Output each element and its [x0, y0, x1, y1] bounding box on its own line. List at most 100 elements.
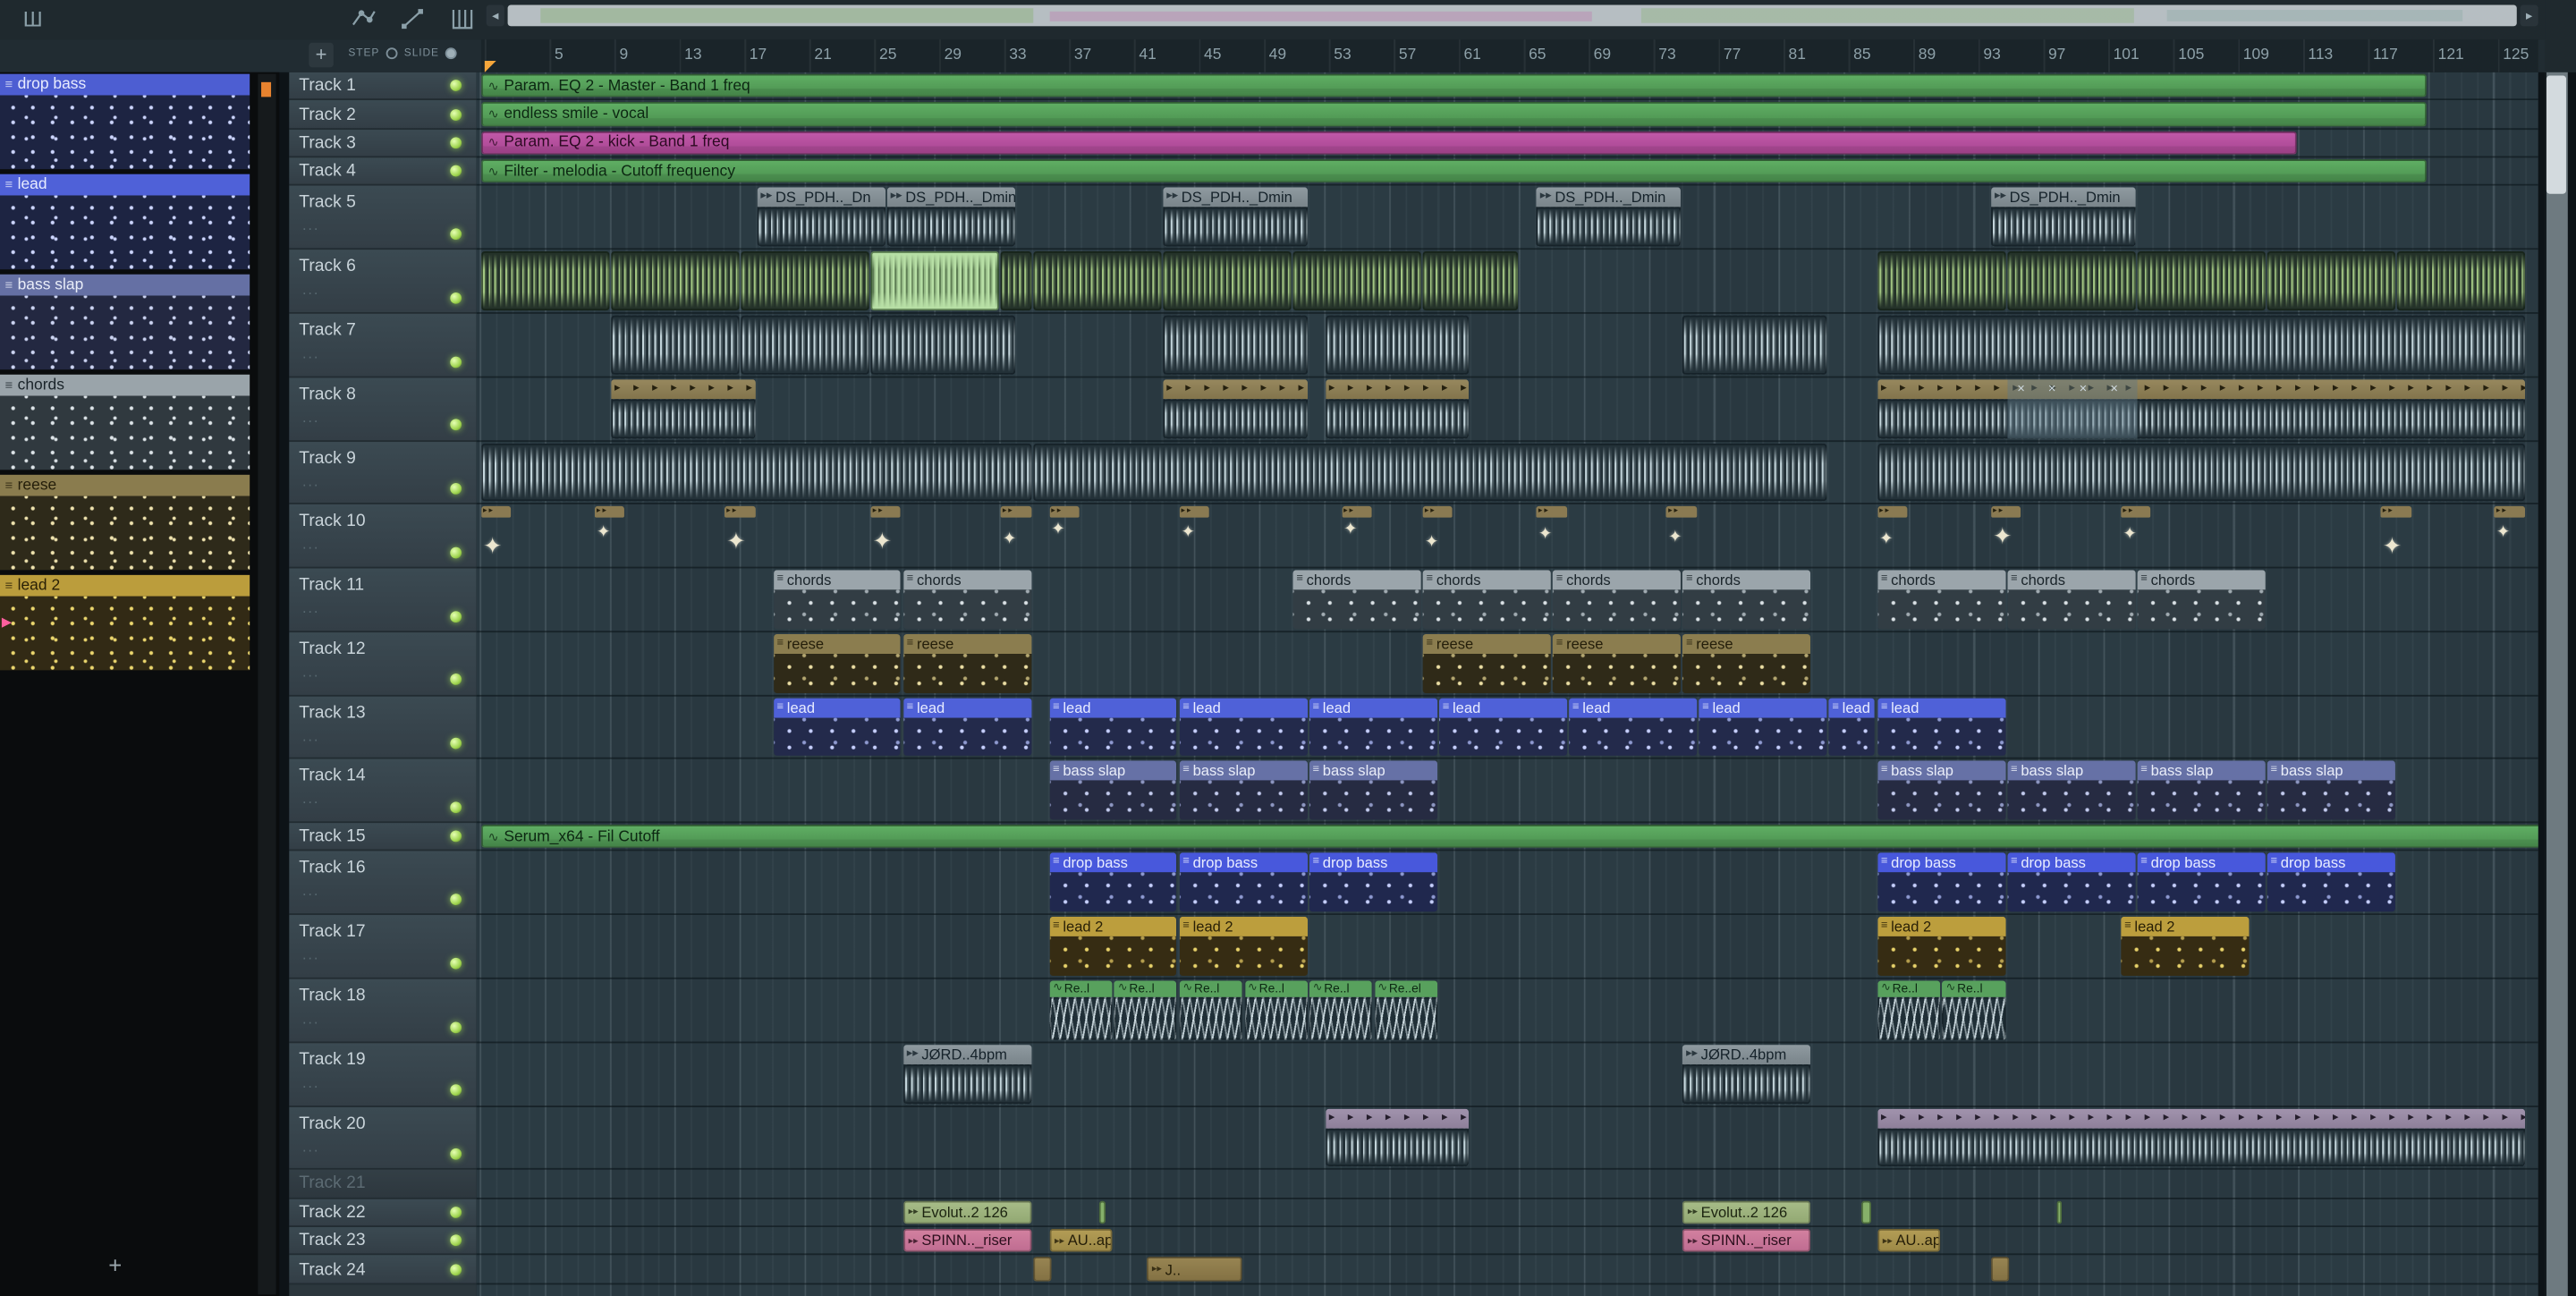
playlist-lane-22[interactable]: ▸▸ Evolut..2 126 ▸▸ Evolut..2 126 — [476, 1199, 2538, 1228]
lead-2-clip[interactable]: ≡ lead 2 — [2121, 917, 2249, 976]
audio-waveform-clip[interactable] — [1877, 315, 2525, 375]
track-header-22[interactable]: Track 22 — [289, 1199, 477, 1228]
track-header-14[interactable]: Track 14... — [289, 759, 477, 824]
re-l-clip[interactable]: ∿ Re..l — [1942, 980, 2005, 1040]
playlist-lane-16[interactable]: ≡ drop bass ≡ drop bass ≡ drop bass ≡ drop bass… — [476, 851, 2538, 916]
sparkle-clip[interactable]: ▸▸ ✦ — [870, 506, 902, 565]
track-header-19[interactable]: Track 19... — [289, 1042, 477, 1107]
track-header-11[interactable]: Track 11... — [289, 568, 477, 632]
playlist-lane-15[interactable]: ∿ Serum_x64 - Fil Cutoff — [476, 823, 2538, 852]
automation-graph-icon[interactable] — [350, 5, 377, 33]
playlist-lane-13[interactable]: ≡ lead ≡ lead ≡ lead ≡ lead ≡ lead ≡ lead ≡ lead ≡ lead… — [476, 696, 2538, 760]
playlist-lane-24[interactable]: ▸▸ J.. — [476, 1256, 2538, 1284]
lead-clip[interactable]: ≡ lead — [1309, 697, 1437, 757]
audio-waveform-clip[interactable] — [1682, 315, 1827, 375]
playlist-lane-20[interactable]: ▸ ▸ ▸ ▸ ▸ ▸ ▸ ▸ ▸ ▸ ▸ ▸ ▸ ▸ ▸ ▸ ▸ ▸ ▸ ▸ ▸… — [476, 1106, 2538, 1171]
audio-waveform-clip[interactable] — [870, 251, 999, 311]
chords-clip[interactable]: ≡ chords — [1422, 570, 1551, 630]
reese-clip[interactable]: ≡ reese — [1553, 633, 1681, 693]
pattern-header[interactable]: ≡ lead — [0, 174, 250, 196]
audio-waveform-clip[interactable] — [481, 251, 609, 311]
pattern-thumbnail[interactable] — [0, 596, 250, 671]
playlist-lane-10[interactable]: ▸▸ ✦ ▸▸ ✦ ▸▸ ✦ ▸▸ ✦ ▸▸ ✦ ▸▸ ✦ ▸▸ ✦ ▸▸ ✦ ▸▸ ✦ ▸▸ ✦ ▸▸ ✦ ▸▸ ✦ ▸▸ ✦ ▸… — [476, 504, 2538, 569]
track-header-24[interactable]: Track 24 — [289, 1255, 477, 1284]
j-rd-4bpm-clip[interactable]: ▸▸ JØRD..4bpm — [903, 1044, 1031, 1104]
track-mute-led[interactable] — [450, 1148, 462, 1161]
pattern-thumbnail[interactable] — [0, 395, 250, 470]
playlist-grid[interactable]: ∿ Param. EQ 2 - Master - Band 1 freq ∿ endl… — [476, 72, 2538, 1296]
track-mute-led[interactable] — [450, 830, 462, 843]
re-l-clip[interactable]: ∿ Re..l — [1244, 980, 1308, 1040]
sparkle-clip[interactable]: ▸▸ ✦ — [2121, 506, 2152, 565]
pattern-thumbnail[interactable] — [0, 496, 250, 571]
add-track-button[interactable]: + — [309, 42, 334, 68]
audio-waveform-clip[interactable] — [2267, 251, 2395, 311]
hscroll-right-button[interactable]: ▸ — [2520, 4, 2538, 27]
re-el-clip[interactable]: ∿ Re..el — [1374, 980, 1437, 1040]
audio-waveform-clip[interactable] — [1326, 315, 1470, 375]
track-mute-led[interactable] — [450, 292, 462, 304]
pattern-thumbnail[interactable] — [0, 295, 250, 370]
playlist-lane-19[interactable]: ▸▸ JØRD..4bpm ▸▸ JØRD..4bpm — [476, 1043, 2538, 1107]
j-rd-4bpm-clip[interactable]: ▸▸ JØRD..4bpm — [1682, 1044, 1810, 1104]
track-header-9[interactable]: Track 9... — [289, 441, 477, 505]
spinn-riser-clip[interactable]: ▸▸ SPINN.._riser — [1682, 1228, 1810, 1253]
audio-waveform-clip[interactable] — [2137, 251, 2266, 311]
chords-clip[interactable]: ≡ chords — [1877, 570, 2005, 630]
glyph-clip[interactable]: ▸ ▸ ▸ ▸ ▸ ▸ ▸ ▸ ▸ ▸ ▸ ▸ ▸ ▸ ▸ ▸ ▸ ▸ ▸ ▸ … — [1877, 378, 2525, 438]
slide-tool-icon[interactable] — [399, 5, 427, 33]
playlist-lane-6[interactable] — [476, 250, 2538, 314]
audio-waveform-clip[interactable] — [1033, 251, 1161, 311]
pattern-panel-scroll-handle[interactable] — [261, 81, 272, 97]
drop-bass-clip[interactable]: ≡ drop bass — [1179, 853, 1308, 912]
pattern-header[interactable]: ≡ reese — [0, 474, 250, 496]
pattern-header[interactable]: ≡ chords — [0, 374, 250, 396]
drop-bass-clip[interactable]: ≡ drop bass — [1877, 853, 2005, 912]
pattern-grid-icon[interactable] — [448, 5, 476, 33]
step-toggle[interactable] — [386, 47, 398, 60]
reese-clip[interactable]: ≡ reese — [1422, 633, 1551, 693]
serum-x64-fil-cutoff-clip[interactable]: ∿ Serum_x64 - Fil Cutoff — [481, 825, 2538, 849]
sparkle-clip[interactable]: ▸▸ ✦ — [1877, 506, 1908, 565]
lead-clip[interactable]: ≡ lead — [1828, 697, 1876, 757]
playlist-lane-18[interactable]: ∿ Re..l ∿ Re..l ∿ Re..l ∿ Re..l ∿ Re..l ∿ Re..el ∿ Re… — [476, 979, 2538, 1043]
sparkle-clip[interactable]: ▸▸ ✦ — [1179, 506, 1210, 565]
playlist-lane-9[interactable] — [476, 441, 2538, 505]
lead-2-clip[interactable]: ≡ lead 2 — [1179, 917, 1308, 976]
re-l-clip[interactable]: ∿ Re..l — [1877, 980, 1941, 1040]
bass-slap-clip[interactable]: ≡ bass slap — [2007, 761, 2135, 820]
slide-toggle[interactable] — [445, 47, 458, 60]
lead-clip[interactable]: ≡ lead — [773, 697, 902, 757]
audio-waveform-clip[interactable] — [870, 315, 1015, 375]
playlist-lane-23[interactable]: ▸▸ SPINN.._riser ▸▸ AU..ap ▸▸ SPINN.._riser ▸▸… — [476, 1227, 2538, 1256]
audio-waveform-clip[interactable] — [611, 315, 739, 375]
pattern-drop-bass[interactable]: ≡ drop bass — [0, 73, 250, 170]
audio-waveform-clip[interactable] — [1163, 315, 1308, 375]
audio-waveform-clip[interactable] — [1877, 442, 2525, 502]
lead-clip[interactable]: ≡ lead — [1179, 697, 1308, 757]
track-header-2[interactable]: Track 2 — [289, 100, 477, 130]
chords-clip[interactable]: ≡ chords — [1553, 570, 1681, 630]
track-header-13[interactable]: Track 13... — [289, 695, 477, 760]
reese-clip[interactable]: ≡ reese — [773, 633, 902, 693]
hscroll-left-button[interactable]: ◂ — [486, 4, 504, 27]
audio-waveform-clip[interactable] — [1033, 442, 1827, 502]
sparkle-clip[interactable]: ▸▸ ✦ — [1422, 506, 1453, 565]
track-mute-led[interactable] — [450, 1021, 462, 1033]
playlist-lane-12[interactable]: ≡ reese ≡ reese ≡ reese ≡ reese ≡ reese — [476, 632, 2538, 696]
pattern-lead-2[interactable]: ≡ lead 2 ▶ — [0, 574, 250, 671]
sparkle-clip[interactable]: ▸▸ ✦ — [1666, 506, 1697, 565]
ds-pdh-dmin-clip[interactable]: ▸▸ DS_PDH.._Dmin — [1537, 188, 1681, 247]
pattern-panel-scrollbar[interactable] — [258, 73, 276, 1295]
j-clip[interactable]: ▸▸ J.. — [1147, 1257, 1242, 1282]
au-ap-clip[interactable]: ▸▸ AU..ap — [1877, 1228, 1941, 1253]
playlist-lane-8[interactable]: ▸ ▸ ▸ ▸ ▸ ▸ ▸ ▸ ▸ ▸ ▸ ▸ ▸ ▸ ▸ ▸ ▸ ▸ ▸ ▸ ▸ … — [476, 377, 2538, 442]
chords-clip[interactable]: ≡ chords — [1682, 570, 1810, 630]
audio-waveform-clip[interactable] — [2007, 251, 2135, 311]
track-mute-led[interactable] — [450, 801, 462, 814]
sliver-clip[interactable] — [1097, 1199, 1106, 1224]
horizontal-scrollbar[interactable] — [507, 4, 2517, 27]
track-mute-led[interactable] — [450, 355, 462, 368]
track-mute-led[interactable] — [450, 483, 462, 496]
reese-clip[interactable]: ≡ reese — [903, 633, 1031, 693]
